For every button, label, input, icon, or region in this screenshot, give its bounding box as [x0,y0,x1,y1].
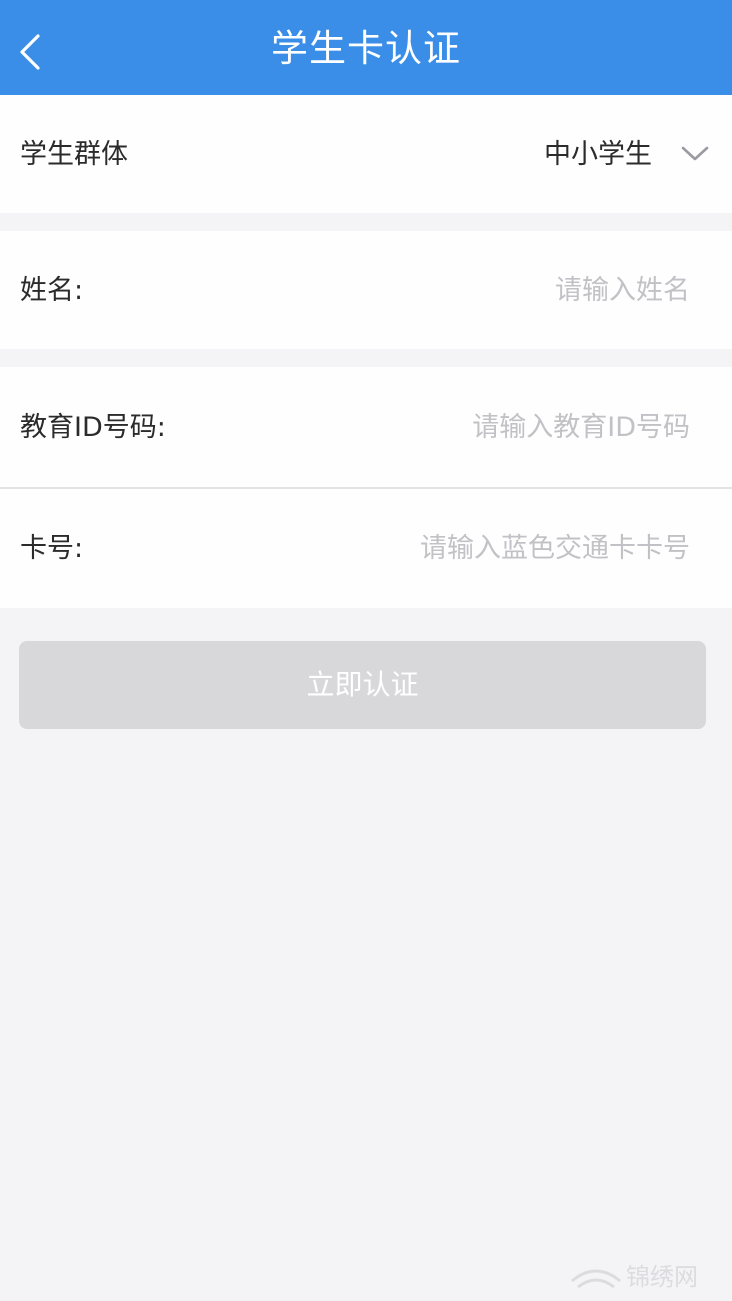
top-nav-bar: 学生卡认证 [0,0,732,95]
edu-id-input[interactable] [270,367,690,489]
student-group-value[interactable]: 中小学生 [544,95,652,215]
watermark-text: 锦绣网 [626,1263,698,1291]
name-row: 姓名: [0,231,732,351]
edu-id-label: 教育ID号码: [20,412,166,443]
chevron-down-icon[interactable] [680,143,710,163]
watermark-icon [571,1269,621,1289]
card-number-label: 卡号: [20,533,84,564]
student-group-selector[interactable]: 学生群体 中小学生 [0,95,732,213]
card-number-input[interactable] [210,489,690,609]
name-label: 姓名: [20,275,84,306]
card-info-group: 教育ID号码: 卡号: [0,367,732,609]
student-group-label: 学生群体 [20,139,128,170]
name-input[interactable] [290,231,690,351]
verify-now-button[interactable]: 立即认证 [19,641,706,729]
page-title: 学生卡认证 [271,27,461,70]
watermark-logo: 锦绣网 [568,1259,718,1293]
